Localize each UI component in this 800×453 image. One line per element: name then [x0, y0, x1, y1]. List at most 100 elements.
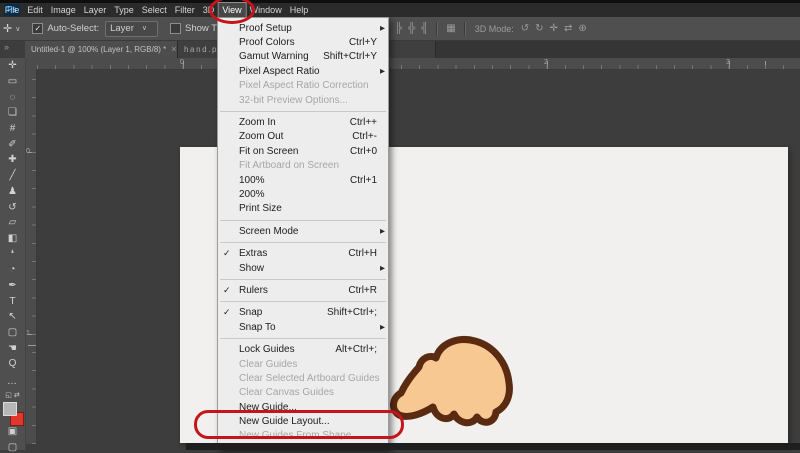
crop-tool[interactable]: #: [0, 121, 25, 137]
view-menu-item-snap-to[interactable]: Snap To▶: [218, 320, 388, 334]
lasso-tool[interactable]: ◌: [0, 89, 25, 105]
bottom-edge-bar: [186, 443, 800, 450]
foreground-color-swatch[interactable]: [3, 402, 17, 416]
menubar-item-edit[interactable]: Edit: [23, 3, 47, 17]
vertical-ruler[interactable]: 01: [25, 69, 37, 444]
3d-slide-icon[interactable]: ⇄: [564, 23, 572, 34]
document-tab[interactable]: Untitled-1 @ 100% (Layer 1, RGB/8) * ×: [25, 40, 178, 58]
hand-shape: [393, 340, 509, 423]
divider: [436, 22, 438, 36]
menu-item-label: Clear Guides: [239, 359, 297, 370]
menu-item-label: Gamut Warning: [239, 51, 309, 62]
menu-item-label: Pixel Aspect Ratio Correction: [239, 80, 369, 91]
view-menu-item-proof-colors[interactable]: Proof ColorsCtrl+Y: [218, 35, 388, 49]
view-menu-item-print-size[interactable]: Print Size: [218, 202, 388, 216]
submenu-arrow-icon: ▶: [380, 323, 385, 331]
menu-item-label: 32-bit Preview Options...: [239, 95, 348, 106]
dodge-tool[interactable]: ◔: [0, 262, 25, 278]
auto-select-target-value: Layer: [110, 22, 134, 36]
menubar-item-filter[interactable]: Filter: [171, 3, 199, 17]
eraser-tool[interactable]: ▱: [0, 215, 25, 231]
menubar-item-type[interactable]: Type: [110, 3, 138, 17]
tab-label: Untitled-1 @ 100% (Layer 1, RGB/8) *: [31, 45, 166, 54]
menubar-item-help[interactable]: Help: [286, 3, 313, 17]
type-tool[interactable]: T: [0, 293, 25, 309]
menubar-item-layer[interactable]: Layer: [80, 3, 111, 17]
align-left-icon[interactable]: ╠: [395, 23, 402, 34]
menu-separator: [220, 242, 386, 243]
view-menu-item-snap[interactable]: ✓SnapShift+Ctrl+;: [218, 306, 388, 320]
view-menu-item-200[interactable]: 200%: [218, 187, 388, 201]
view-menu-item-zoom-in[interactable]: Zoom In Ctrl++: [218, 115, 388, 129]
blur-tool[interactable]: ❛: [0, 246, 25, 262]
view-menu-item-rulers[interactable]: ✓RulersCtrl+R: [218, 283, 388, 297]
menubar-item-select[interactable]: Select: [138, 3, 171, 17]
view-menu-item-pixel-aspect-ratio[interactable]: Pixel Aspect Ratio▶: [218, 64, 388, 78]
zoom-tool[interactable]: Q: [0, 356, 25, 372]
history-brush-tool[interactable]: ↺: [0, 199, 25, 215]
brush-tool[interactable]: ╱: [0, 168, 25, 184]
screen-mode-icon[interactable]: ▢: [0, 442, 25, 453]
menubar-item-image[interactable]: Image: [47, 3, 80, 17]
collapse-panels-icon[interactable]: »: [4, 42, 9, 52]
menu-separator: [220, 279, 386, 280]
view-menu-item-fit-artboard-on-screen: Fit Artboard on Screen: [218, 159, 388, 173]
menu-item-label: Extras: [239, 248, 267, 259]
view-menu-item-fit-on-screen[interactable]: Fit on ScreenCtrl+0: [218, 144, 388, 158]
menu-item-shortcut: Ctrl+R: [348, 285, 377, 296]
quick-mask-icon[interactable]: ▣: [0, 426, 25, 437]
align-center-icon[interactable]: ╬: [408, 23, 415, 34]
tool-preset-chevron-icon[interactable]: ∨: [15, 25, 20, 33]
show-transform-controls-checkbox[interactable]: [170, 23, 181, 34]
view-menu-item-screen-mode[interactable]: Screen Mode▶: [218, 224, 388, 238]
3d-drag-icon[interactable]: ✛: [550, 23, 558, 34]
view-menu-item-gamut-warning[interactable]: Gamut WarningShift+Ctrl+Y: [218, 50, 388, 64]
default-swap-colors-icon[interactable]: ◱ ⇄: [0, 391, 25, 399]
hand-tool[interactable]: ☚: [0, 340, 25, 356]
menubar-item-file[interactable]: File: [1, 3, 24, 17]
view-menu-item-lock-guides[interactable]: Lock GuidesAlt+Ctrl+;: [218, 342, 388, 356]
menu-item-label: Screen Mode: [239, 226, 298, 237]
view-menu-item-show[interactable]: Show▶: [218, 261, 388, 275]
menu-item-shortcut: Ctrl++: [350, 117, 377, 128]
view-menu-item-clear-canvas-guides: Clear Canvas Guides: [218, 386, 388, 400]
menu-item-label: Fit on Screen: [239, 146, 298, 157]
rectangular-marquee-tool[interactable]: ▭: [0, 74, 25, 90]
quick-selection-tool[interactable]: ❏: [0, 105, 25, 121]
rectangle-shape-tool[interactable]: ▢: [0, 325, 25, 341]
gradient-tool[interactable]: ◧: [0, 231, 25, 247]
view-menu-item-100[interactable]: 100%Ctrl+1: [218, 173, 388, 187]
3d-roll-icon[interactable]: ↻: [535, 23, 543, 34]
options-bar: ✛ ∨ Auto-Select: Layer ∨ Show Transform …: [0, 17, 800, 41]
view-menu-item-zoom-out[interactable]: Zoom OutCtrl+-: [218, 130, 388, 144]
auto-select-target-dropdown[interactable]: Layer ∨: [105, 21, 158, 37]
ruler-number: 1: [26, 330, 30, 337]
clone-stamp-tool[interactable]: ♟: [0, 184, 25, 200]
pointing-hand-annotation: [388, 326, 518, 448]
spot-healing-brush-tool[interactable]: ✚: [0, 152, 25, 168]
tab-close-icon[interactable]: ×: [171, 44, 176, 54]
view-menu-item-pixel-aspect-ratio-correction: Pixel Aspect Ratio Correction: [218, 79, 388, 93]
tool-buttons: ✛▭◌❏#✐✚╱♟↺▱◧❛◔✒T↖▢☚Q: [0, 58, 25, 372]
view-menu-item-extras[interactable]: ✓ExtrasCtrl+H: [218, 246, 388, 260]
menu-item-label: Zoom In: [239, 117, 276, 128]
tools-panel: ✛▭◌❏#✐✚╱♟↺▱◧❛◔✒T↖▢☚Q … ◱ ⇄ ▣ ▢: [0, 58, 26, 450]
distribute-icon[interactable]: ▦: [446, 23, 455, 34]
move-tool[interactable]: ✛: [0, 58, 25, 74]
3d-rotate-icon[interactable]: ↺: [521, 23, 529, 34]
view-menu-item-proof-setup[interactable]: Proof Setup▶: [218, 21, 388, 35]
color-swatches[interactable]: [3, 402, 23, 426]
pen-tool[interactable]: ✒: [0, 278, 25, 294]
view-dropdown-menu: Proof Setup▶Proof ColorsCtrl+YGamut Warn…: [217, 17, 389, 450]
3d-mode-label: 3D Mode:: [475, 24, 514, 34]
horizontal-ruler[interactable]: 0123: [36, 58, 800, 70]
eyedropper-tool[interactable]: ✐: [0, 136, 25, 152]
checkmark-icon: ✓: [223, 307, 231, 318]
path-selection-tool[interactable]: ↖: [0, 309, 25, 325]
align-right-icon[interactable]: ╣: [421, 23, 428, 34]
menu-item-shortcut: Ctrl+H: [348, 248, 377, 259]
3d-scale-icon[interactable]: ⊕: [578, 23, 586, 34]
edit-toolbar-ellipsis-icon[interactable]: …: [0, 376, 25, 387]
menu-item-label: Show: [239, 263, 264, 274]
auto-select-checkbox[interactable]: [32, 23, 43, 34]
